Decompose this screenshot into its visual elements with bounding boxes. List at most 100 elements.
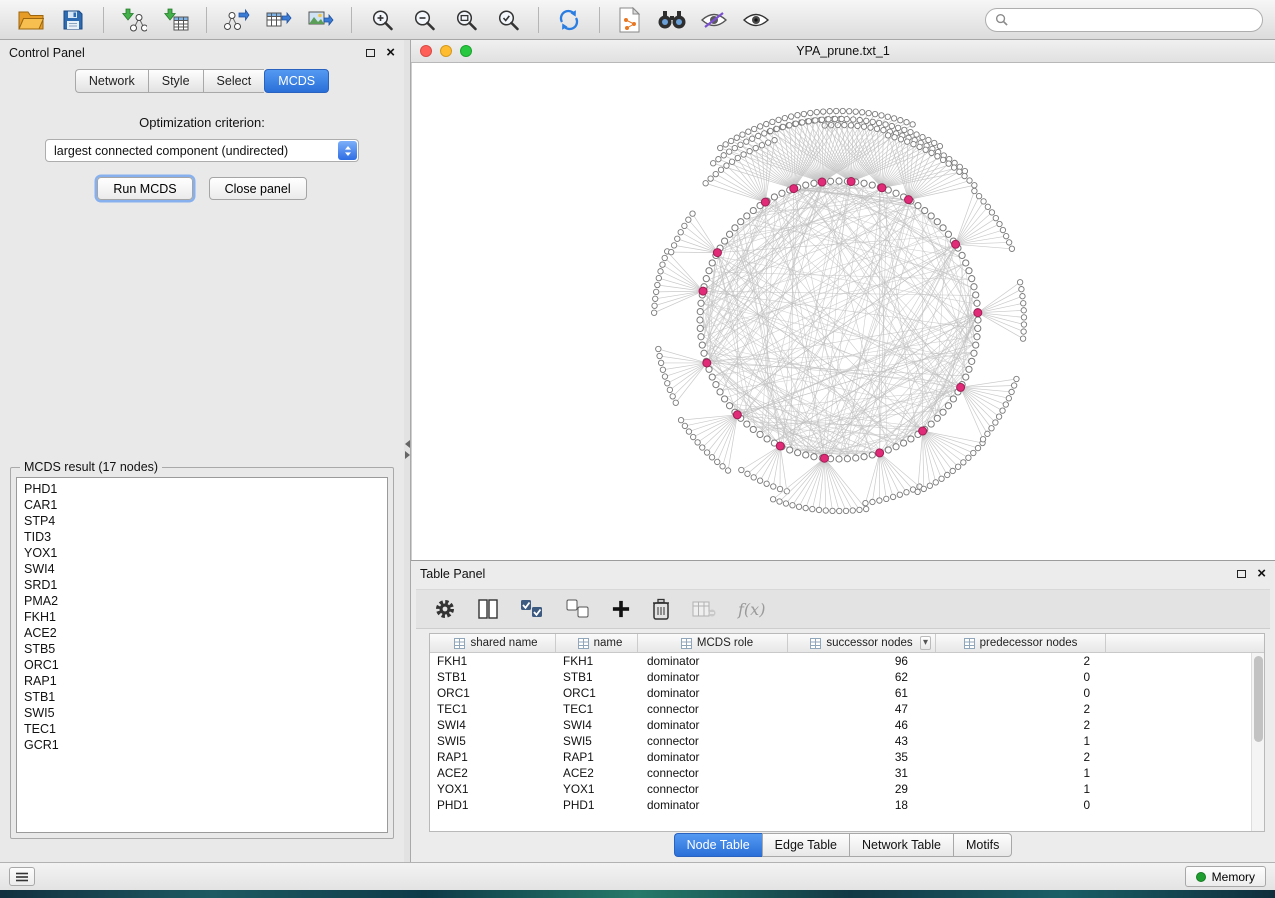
table-cell[interactable]: 2 [936,701,1106,717]
mcds-result-item[interactable]: TEC1 [17,721,387,737]
tab-node-table[interactable]: Node Table [674,833,762,857]
close-panel-icon[interactable]: × [386,47,395,59]
table-row[interactable]: SWI4SWI4dominator462 [430,717,1264,733]
mcds-result-item[interactable]: SRD1 [17,577,387,593]
minimize-window-icon[interactable] [440,45,452,57]
table-row[interactable]: SWI5SWI5connector431 [430,733,1264,749]
column-header-successor-nodes[interactable]: successor nodes ▾ [788,634,936,652]
table-cell[interactable]: SWI4 [556,717,638,733]
table-cell[interactable]: 29 [788,781,936,797]
select-all-columns-button[interactable] [520,599,544,619]
table-cell[interactable]: dominator [638,797,788,813]
mcds-result-item[interactable]: PMA2 [17,593,387,609]
close-table-panel-icon[interactable]: × [1257,568,1266,580]
export-table-button[interactable] [260,4,298,36]
close-window-icon[interactable] [420,45,432,57]
table-cell[interactable]: TEC1 [556,701,638,717]
table-cell[interactable]: RAP1 [430,749,556,765]
table-row[interactable]: YOX1YOX1connector291 [430,781,1264,797]
zoom-in-button[interactable] [363,4,401,36]
splitter-collapse-icons[interactable] [404,440,411,459]
network-canvas[interactable] [411,63,1275,560]
mcds-result-item[interactable]: ORC1 [17,657,387,673]
table-cell[interactable]: FKH1 [430,653,556,669]
scrollbar-thumb[interactable] [1254,656,1263,742]
memory-button[interactable]: Memory [1185,866,1266,887]
table-cell[interactable]: 0 [936,669,1106,685]
table-row[interactable]: FKH1FKH1dominator962 [430,653,1264,669]
table-row[interactable]: TEC1TEC1connector472 [430,701,1264,717]
mcds-result-item[interactable]: PHD1 [17,481,387,497]
table-cell[interactable]: dominator [638,717,788,733]
table-cell[interactable]: 43 [788,733,936,749]
tab-network[interactable]: Network [75,69,148,93]
table-cell[interactable]: 46 [788,717,936,733]
table-cell[interactable]: dominator [638,685,788,701]
table-cell[interactable]: connector [638,701,788,717]
table-cell[interactable]: PHD1 [430,797,556,813]
collapse-right-icon[interactable] [405,451,410,459]
table-cell[interactable]: YOX1 [430,781,556,797]
table-cell[interactable]: 61 [788,685,936,701]
table-cell[interactable]: ORC1 [556,685,638,701]
show-graphics-details-button[interactable] [737,4,775,36]
table-row[interactable]: STB1STB1dominator620 [430,669,1264,685]
column-header-mcds-role[interactable]: MCDS role [638,634,788,652]
table-cell[interactable]: ORC1 [430,685,556,701]
mcds-result-list[interactable]: PHD1CAR1STP4TID3YOX1SWI4SRD1PMA2FKH1ACE2… [16,477,388,833]
table-cell[interactable]: YOX1 [556,781,638,797]
table-row[interactable]: ORC1ORC1dominator610 [430,685,1264,701]
table-cell[interactable]: 2 [936,749,1106,765]
refresh-layout-button[interactable] [550,4,588,36]
table-settings-button[interactable] [434,598,456,620]
save-session-button[interactable] [54,4,92,36]
run-mcds-button[interactable]: Run MCDS [97,177,192,200]
table-cell[interactable]: SWI4 [430,717,556,733]
tab-network-table[interactable]: Network Table [849,833,953,857]
close-panel-button[interactable]: Close panel [209,177,307,200]
mcds-result-item[interactable]: SWI5 [17,705,387,721]
collapse-left-icon[interactable] [405,440,410,448]
zoom-selected-button[interactable] [489,4,527,36]
search-box[interactable] [985,8,1263,32]
optimization-criterion-dropdown[interactable]: largest connected component (undirected) [45,139,359,162]
export-network-button[interactable] [218,4,256,36]
network-document-button[interactable] [611,4,649,36]
panel-splitter[interactable] [404,40,411,862]
mcds-result-item[interactable]: CAR1 [17,497,387,513]
hide-graphics-details-button[interactable] [695,4,733,36]
float-table-panel-icon[interactable] [1237,570,1246,578]
table-row[interactable]: ACE2ACE2connector311 [430,765,1264,781]
tab-style[interactable]: Style [148,69,203,93]
table-cell[interactable]: 18 [788,797,936,813]
function-builder-icon[interactable]: f(x) [738,600,765,619]
table-cell[interactable]: ACE2 [430,765,556,781]
deselect-all-columns-button[interactable] [566,599,590,619]
table-cell[interactable]: connector [638,765,788,781]
tab-select[interactable]: Select [203,69,265,93]
table-cell[interactable]: 0 [936,797,1106,813]
table-cell[interactable]: connector [638,781,788,797]
mcds-result-item[interactable]: ACE2 [17,625,387,641]
delete-column-button[interactable] [652,598,670,620]
table-cell[interactable]: 96 [788,653,936,669]
create-column-button[interactable] [612,600,630,618]
table-scrollbar[interactable] [1251,653,1264,831]
export-image-button[interactable] [302,4,340,36]
table-cell[interactable]: SWI5 [430,733,556,749]
tab-edge-table[interactable]: Edge Table [762,833,849,857]
mcds-result-item[interactable]: FKH1 [17,609,387,625]
table-cell[interactable]: 62 [788,669,936,685]
tab-mcds[interactable]: MCDS [264,69,329,93]
table-row[interactable]: PHD1PHD1dominator180 [430,797,1264,813]
table-cell[interactable]: STB1 [556,669,638,685]
table-cell[interactable]: dominator [638,669,788,685]
table-cell[interactable]: 1 [936,781,1106,797]
mcds-result-item[interactable]: YOX1 [17,545,387,561]
table-cell[interactable]: PHD1 [556,797,638,813]
table-cell[interactable]: 1 [936,733,1106,749]
import-table-button[interactable] [157,4,195,36]
table-cell[interactable]: RAP1 [556,749,638,765]
sort-dropdown-icon[interactable]: ▾ [920,636,931,650]
zoom-fit-button[interactable] [447,4,485,36]
